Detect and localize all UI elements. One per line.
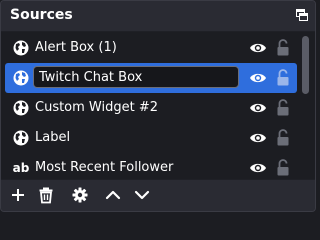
unlock-icon[interactable] — [277, 99, 289, 116]
text-icon: ab — [12, 161, 30, 175]
source-row-selected[interactable] — [5, 63, 297, 93]
source-label: Label — [35, 130, 71, 145]
sources-dock: Sources Alert Box (1) Twitch Chat Box Cu… — [0, 0, 316, 212]
trash-icon[interactable] — [37, 186, 55, 204]
globe-icon — [13, 130, 29, 146]
source-label: Most Recent Follower — [35, 160, 174, 175]
scroll-thumb[interactable] — [302, 36, 309, 94]
source-row[interactable]: Alert Box (1) — [5, 33, 297, 63]
eye-icon[interactable] — [249, 71, 267, 85]
globe-icon — [13, 40, 29, 56]
chevron-down-icon[interactable] — [133, 186, 151, 204]
sources-toolbar — [1, 179, 315, 211]
eye-icon[interactable] — [249, 131, 267, 145]
gear-icon[interactable] — [71, 186, 89, 204]
dock-title: Sources — [10, 7, 73, 23]
globe-icon — [13, 100, 29, 116]
undock-icon[interactable] — [296, 9, 308, 21]
add-icon[interactable] — [9, 186, 27, 204]
eye-icon[interactable] — [249, 41, 267, 55]
source-row[interactable]: Label — [5, 123, 297, 153]
globe-icon — [13, 70, 29, 86]
chevron-up-icon[interactable] — [104, 186, 122, 204]
unlock-icon[interactable] — [277, 69, 289, 86]
eye-icon[interactable] — [249, 161, 267, 175]
source-label: Alert Box (1) — [35, 40, 117, 55]
source-list[interactable]: Alert Box (1) Twitch Chat Box Custom Wid… — [1, 32, 297, 179]
source-row[interactable]: ab Most Recent Follower — [5, 153, 297, 179]
rename-input[interactable] — [33, 66, 239, 88]
vertical-scrollbar[interactable] — [297, 32, 315, 179]
eye-icon[interactable] — [249, 101, 267, 115]
unlock-icon[interactable] — [277, 129, 289, 146]
dock-title-bar: Sources — [1, 1, 315, 32]
source-label: Custom Widget #2 — [35, 100, 159, 115]
source-row[interactable]: Custom Widget #2 — [5, 93, 297, 123]
unlock-icon[interactable] — [277, 159, 289, 176]
unlock-icon[interactable] — [277, 39, 289, 56]
